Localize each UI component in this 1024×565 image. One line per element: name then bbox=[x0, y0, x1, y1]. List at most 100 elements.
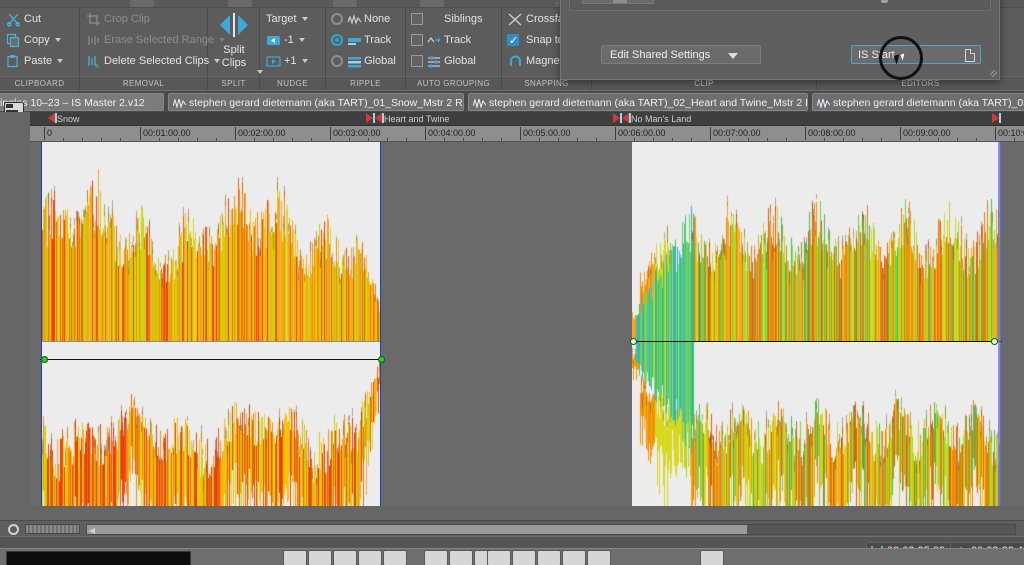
ribbon-item-nudge-target-label: Target bbox=[266, 13, 297, 25]
ribbon-stub-1[interactable] bbox=[130, 0, 154, 7]
timecode-label: 00:06:00.00 bbox=[615, 127, 666, 140]
transport-button-5[interactable] bbox=[383, 550, 407, 565]
split-clips-label-2: Clips bbox=[208, 57, 260, 70]
ribbon-item-group-global[interactable]: Global bbox=[410, 52, 502, 71]
ribbon-item-ripple-global[interactable]: Global bbox=[330, 52, 406, 71]
ribbon-item-nudge-right-label: +1 bbox=[284, 55, 297, 67]
clip-nml-fade-out-handle[interactable] bbox=[991, 338, 998, 345]
ruler-tick bbox=[729, 138, 730, 141]
clip-no-mans-land-capture[interactable] bbox=[632, 142, 1000, 506]
timecode-label: 00:01:00.00 bbox=[140, 127, 191, 140]
transport-button-11[interactable] bbox=[537, 550, 561, 565]
transport-button-1[interactable] bbox=[283, 550, 307, 565]
ribbon-item-crop-clip-label: Crop Clip bbox=[104, 13, 150, 25]
ruler-tick bbox=[82, 138, 83, 141]
ribbon-item-delete-selected-clips-label: Delete Selected Clips bbox=[104, 55, 209, 67]
preset-save-icon[interactable] bbox=[965, 49, 975, 62]
tab-is-master[interactable]: Singles 10–23 – IS Master 2.v12 bbox=[0, 93, 164, 111]
marker-end[interactable] bbox=[992, 113, 1001, 125]
ribbon-item-nudge-target[interactable]: Target bbox=[264, 10, 326, 29]
ruler-tick bbox=[1014, 138, 1015, 141]
chevron-down-icon[interactable] bbox=[55, 38, 61, 42]
group-track-icon bbox=[427, 33, 442, 48]
ruler-tick bbox=[748, 138, 749, 141]
chevron-down-icon[interactable] bbox=[302, 59, 308, 63]
checkbox-snap-to-magnets[interactable] bbox=[507, 34, 519, 46]
clip-nml-gain-line[interactable] bbox=[630, 341, 1002, 342]
clip-snow-fade-in-handle[interactable] bbox=[41, 356, 48, 363]
transport-button-4[interactable] bbox=[358, 550, 382, 565]
ribbon-stub-3[interactable] bbox=[333, 0, 357, 7]
transport-button-7[interactable] bbox=[449, 550, 473, 565]
scrollbar-thumb[interactable]: ◀ bbox=[87, 525, 747, 534]
nudge-left-icon bbox=[266, 33, 281, 48]
slider-knob[interactable] bbox=[881, 0, 888, 3]
radio-ripple-global[interactable] bbox=[331, 55, 343, 67]
transport-button-2[interactable] bbox=[308, 550, 332, 565]
ribbon-item-copy[interactable]: Copy bbox=[4, 31, 78, 50]
clip-snow-capture[interactable] bbox=[42, 142, 380, 506]
radio-ripple-none[interactable] bbox=[331, 13, 343, 25]
chevron-down-icon[interactable] bbox=[728, 53, 738, 59]
ribbon-stub-4[interactable] bbox=[420, 0, 444, 7]
transport-button-14[interactable] bbox=[700, 550, 724, 565]
zoom-overview-strip[interactable] bbox=[25, 524, 80, 534]
ribbon-item-group-track[interactable]: Track bbox=[410, 31, 502, 50]
ruler-tick bbox=[558, 138, 559, 141]
checkbox-group-track[interactable] bbox=[411, 34, 423, 46]
ribbon-stub-2[interactable] bbox=[228, 0, 252, 7]
transport-button-3[interactable] bbox=[333, 550, 357, 565]
radio-ripple-track[interactable] bbox=[331, 34, 343, 46]
marker-snow[interactable]: Snow bbox=[48, 113, 80, 125]
clip-snow-gain-line[interactable] bbox=[40, 359, 384, 360]
checkbox-group-siblings[interactable] bbox=[411, 13, 423, 25]
edit-shared-settings-dropdown[interactable]: Edit Shared Settings bbox=[601, 45, 761, 64]
transport-button-9[interactable] bbox=[487, 550, 511, 565]
checkbox-group-global[interactable] bbox=[411, 55, 423, 67]
timecode-ruler[interactable]: 000:01:00.0000:02:00.0000:03:00.0000:04:… bbox=[30, 126, 1024, 142]
ribbon-item-erase-selected-range[interactable]: Erase Selected Range bbox=[84, 31, 206, 50]
track-lane-area[interactable]: 01_Snow_Capture 1_RX 03_No Mans Land_Cap… bbox=[30, 142, 1024, 506]
timecode-label: 00:09:00.00 bbox=[900, 127, 951, 140]
transport-button-12[interactable] bbox=[562, 550, 586, 565]
chevron-down-icon[interactable] bbox=[57, 59, 63, 63]
scroll-left-icon[interactable]: ◀ bbox=[88, 526, 96, 535]
ribbon-item-nudge-right[interactable]: +1 bbox=[264, 52, 326, 71]
playhead[interactable] bbox=[998, 142, 1001, 506]
chevron-down-icon[interactable] bbox=[299, 38, 305, 42]
ribbon-item-ripple-track[interactable]: Track bbox=[330, 31, 406, 50]
ruler-tick bbox=[197, 138, 198, 141]
ribbon-item-nudge-left[interactable]: -1 bbox=[264, 31, 326, 50]
ribbon-item-ripple-none[interactable]: None bbox=[330, 10, 406, 29]
erase-icon bbox=[86, 33, 101, 48]
ribbon-item-group-siblings[interactable]: Siblings bbox=[410, 10, 502, 29]
tab-heart-and-twine-mstr[interactable]: stephen gerard dietemann (aka TART)_02_H… bbox=[468, 93, 808, 111]
ruler-tick bbox=[406, 138, 407, 141]
transport-display-field[interactable] bbox=[6, 551, 191, 565]
transport-button-10[interactable] bbox=[512, 550, 536, 565]
marker-flag-icon bbox=[375, 113, 382, 123]
tab-no-mans-land-mstr[interactable]: stephen gerard dietemann (aka TART)_03_N bbox=[812, 93, 1024, 111]
clip-snow-waveform-lower bbox=[42, 342, 380, 506]
transport-button-6[interactable] bbox=[424, 550, 448, 565]
timecode-label: 00:04:00.00 bbox=[425, 127, 476, 140]
ribbon-item-crop-clip[interactable]: Crop Clip bbox=[84, 10, 206, 29]
horizontal-scrollbar[interactable]: ◀ bbox=[86, 524, 1016, 535]
marker-no-mans-land[interactable]: No Man's Land bbox=[613, 113, 691, 125]
ruler-tick bbox=[387, 138, 388, 141]
marker-lane[interactable]: Snow Heart and Twine No Man's Land bbox=[30, 112, 1024, 126]
tab-snow-mstr[interactable]: stephen gerard dietemann (aka TART)_01_S… bbox=[168, 93, 464, 111]
clip-nml-fade-in-handle[interactable] bbox=[630, 338, 637, 345]
gear-icon[interactable] bbox=[8, 524, 19, 535]
ruler-tick bbox=[311, 138, 312, 141]
clip-snow-fade-out-handle[interactable] bbox=[378, 356, 385, 363]
ribbon-item-paste[interactable]: Paste bbox=[4, 52, 78, 71]
transport-button-13[interactable] bbox=[587, 550, 611, 565]
marker-heart-and-twine[interactable]: Heart and Twine bbox=[366, 113, 449, 125]
ribbon-item-cut[interactable]: Cut bbox=[4, 10, 78, 29]
dialog-controls-panel: Overlay Regions with High Dynamics bbox=[569, 0, 991, 11]
split-clips-button[interactable]: Split Clips bbox=[208, 12, 260, 78]
chevron-down-icon[interactable] bbox=[302, 17, 308, 21]
dialog-resize-grip[interactable] bbox=[990, 70, 997, 77]
ribbon-item-delete-selected-clips[interactable]: x Delete Selected Clips bbox=[84, 52, 206, 71]
